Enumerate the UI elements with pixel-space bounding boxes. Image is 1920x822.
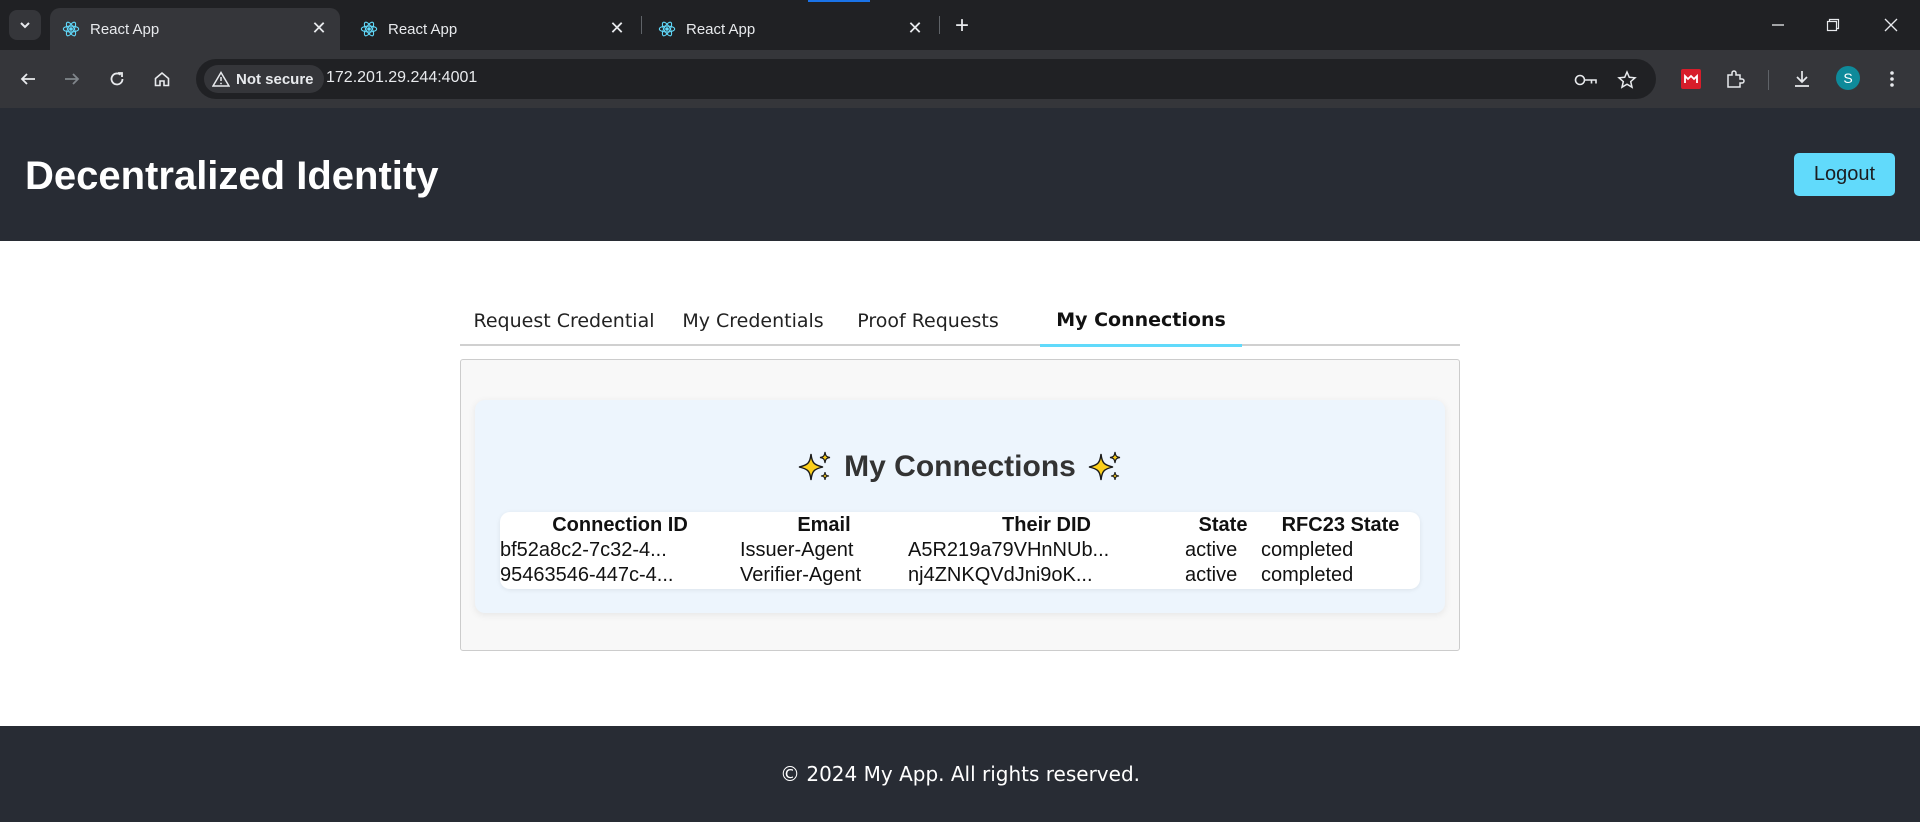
new-tab-button[interactable]: + — [948, 12, 976, 40]
sparkles-icon — [799, 451, 831, 481]
bookmark-star-icon[interactable] — [1615, 68, 1639, 92]
column-header-state[interactable]: State — [1185, 512, 1261, 538]
extensions-puzzle-icon[interactable] — [1720, 64, 1750, 94]
url-text[interactable]: 172.201.29.244:4001 — [326, 69, 477, 87]
browser-toolbar: Not secure 172.201.29.244:4001 — [0, 50, 1920, 108]
cell-their-did: A5R219a79VHnNUb... — [908, 539, 1110, 561]
section-tabs: Request Credential My Credentials Proof … — [460, 296, 1460, 347]
copyright-text: © 2024 My App. All rights reserved. — [780, 762, 1140, 786]
close-icon[interactable]: ✕ — [904, 17, 926, 39]
browser-tab-2[interactable]: React App ✕ — [348, 8, 638, 50]
browser-tabstrip: React App ✕ React App ✕ React App ✕ + — [0, 0, 1920, 50]
connections-card: My Connections Connection ID Email Their… — [475, 400, 1445, 613]
reload-icon[interactable] — [102, 64, 132, 94]
close-icon[interactable]: ✕ — [606, 17, 628, 39]
cell-state: active — [1185, 539, 1238, 561]
cell-email: Verifier-Agent — [740, 564, 862, 586]
tab-title: React App — [388, 21, 458, 38]
security-indicator[interactable]: Not secure — [204, 65, 324, 93]
forward-icon[interactable] — [57, 64, 87, 94]
column-header-connection-id[interactable]: Connection ID — [500, 512, 740, 538]
table-row[interactable]: bf52a8c2-7c32-4... Issuer-Agent A5R219a7… — [500, 538, 1420, 563]
page-title: Decentralized Identity — [25, 154, 439, 198]
browser-tab-1[interactable]: React App ✕ — [50, 8, 340, 50]
content-panel: My Connections Connection ID Email Their… — [460, 359, 1460, 651]
minimize-icon[interactable] — [1758, 10, 1798, 40]
extension-mendeley-icon[interactable] — [1676, 64, 1706, 94]
more-menu-icon[interactable] — [1877, 64, 1907, 94]
cell-rfc23-state: completed — [1261, 564, 1354, 586]
table-header-row: Connection ID Email Their DID State RFC2… — [500, 512, 1420, 538]
column-header-their-did[interactable]: Their DID — [908, 512, 1185, 538]
tab-request-credential[interactable]: Request Credential — [460, 296, 668, 346]
connections-table: Connection ID Email Their DID State RFC2… — [500, 512, 1420, 588]
app-header: Decentralized Identity Logout — [0, 108, 1920, 241]
security-label: Not secure — [236, 70, 314, 88]
cell-rfc23-state: completed — [1261, 539, 1354, 561]
browser-tab-3[interactable]: React App ✕ — [646, 8, 936, 50]
back-icon[interactable] — [13, 64, 43, 94]
cell-their-did: nj4ZNKQVdJni9oK... — [908, 564, 1093, 586]
address-bar[interactable]: Not secure 172.201.29.244:4001 — [196, 59, 1656, 99]
connections-table-container: Connection ID Email Their DID State RFC2… — [500, 512, 1420, 589]
react-icon — [360, 21, 378, 37]
download-icon[interactable] — [1787, 64, 1817, 94]
connections-heading: My Connections — [475, 450, 1445, 484]
tab-separator — [939, 16, 940, 34]
chevron-down-icon — [20, 22, 30, 29]
connections-title: My Connections — [844, 450, 1076, 483]
table-row[interactable]: 95463546-447c-4... Verifier-Agent nj4ZNK… — [500, 563, 1420, 588]
password-key-icon[interactable] — [1574, 68, 1598, 92]
logout-button[interactable]: Logout — [1794, 153, 1895, 196]
react-icon — [658, 21, 676, 37]
app-footer: © 2024 My App. All rights reserved. — [0, 726, 1920, 822]
column-header-email[interactable]: Email — [740, 512, 908, 538]
cell-connection-id: bf52a8c2-7c32-4... — [500, 539, 667, 561]
toolbar-separator — [1768, 70, 1769, 90]
tab-separator — [641, 16, 642, 34]
window-close-icon[interactable] — [1871, 10, 1911, 40]
tab-my-credentials[interactable]: My Credentials — [668, 296, 838, 346]
home-icon[interactable] — [147, 64, 177, 94]
tab-search-button[interactable] — [9, 10, 41, 40]
warning-icon — [212, 71, 230, 87]
react-icon — [62, 21, 80, 37]
cell-connection-id: 95463546-447c-4... — [500, 564, 674, 586]
tab-title: React App — [686, 21, 756, 38]
restore-icon[interactable] — [1813, 10, 1853, 40]
tab-title: React App — [90, 21, 160, 38]
close-icon[interactable]: ✕ — [308, 17, 330, 39]
column-header-rfc23-state[interactable]: RFC23 State — [1261, 512, 1420, 538]
profile-avatar[interactable]: S — [1836, 66, 1860, 90]
sparkles-icon — [1088, 451, 1120, 481]
tab-proof-requests[interactable]: Proof Requests — [838, 296, 1018, 346]
tab-loading-indicator — [808, 0, 870, 2]
cell-state: active — [1185, 564, 1238, 586]
tab-my-connections[interactable]: My Connections — [1040, 296, 1242, 347]
cell-email: Issuer-Agent — [740, 539, 854, 561]
